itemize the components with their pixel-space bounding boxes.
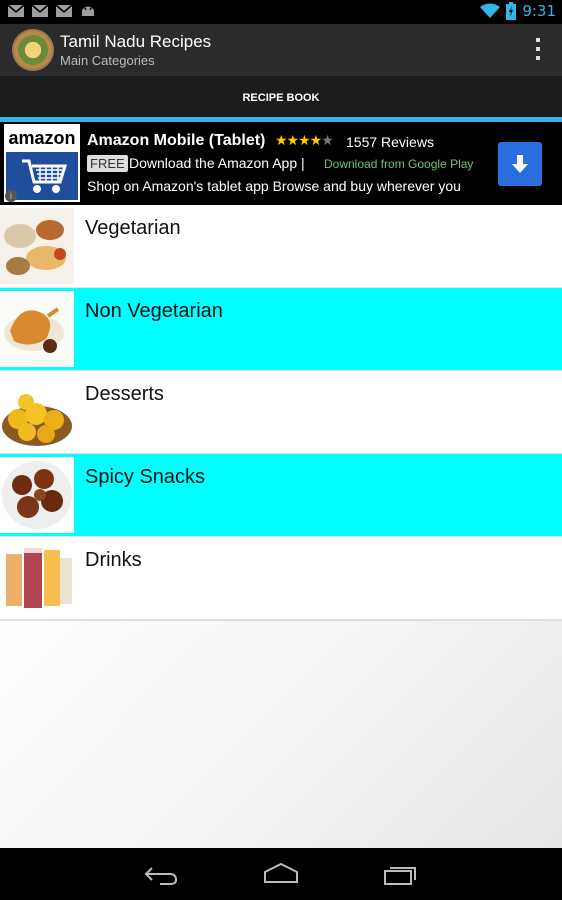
list-item-spicy-snacks[interactable]: Spicy Snacks [0, 454, 562, 537]
battery-icon [506, 2, 517, 20]
tab-bar: RECIPE BOOK [0, 76, 562, 122]
empty-area [0, 620, 562, 848]
ad-description: Download the Amazon App | [129, 155, 305, 171]
ad-title: Amazon Mobile (Tablet) [87, 132, 266, 149]
non-vegetarian-thumbnail-icon [0, 291, 74, 367]
category-label: Drinks [85, 549, 142, 571]
tab-recipe-book[interactable]: RECIPE BOOK [0, 92, 562, 104]
category-label: Spicy Snacks [85, 466, 206, 488]
status-bar: 9:31 [0, 0, 562, 24]
back-icon[interactable] [142, 862, 182, 886]
gmail-icon [56, 4, 72, 17]
drinks-thumbnail-icon [0, 540, 74, 616]
shopping-cart-icon [22, 159, 68, 193]
review-count: 1557 Reviews [346, 134, 434, 150]
rating-stars: ★★★★★ [275, 132, 334, 148]
clock: 9:31 [522, 2, 556, 20]
category-label: Desserts [85, 383, 164, 405]
android-icon [82, 6, 94, 16]
list-item-non-vegetarian[interactable]: Non Vegetarian [0, 288, 562, 371]
gmail-icon [8, 4, 24, 17]
vegetarian-thumbnail-icon [0, 208, 74, 284]
ad-banner[interactable]: amazon Amazon Mobile (Tablet) ★★★★★ 1557… [0, 122, 562, 205]
notification-icons [8, 4, 96, 18]
home-icon[interactable] [261, 862, 301, 886]
ad-info-icon[interactable]: i [5, 190, 17, 202]
ad-store-link[interactable]: Download from Google Play [324, 157, 473, 171]
app-subtitle: Main Categories [60, 53, 155, 68]
category-label: Vegetarian [85, 217, 181, 239]
action-bar: Tamil Nadu Recipes Main Categories [0, 24, 562, 76]
list-item-desserts[interactable]: Desserts [0, 371, 562, 454]
overflow-menu-icon[interactable] [534, 38, 542, 60]
app-title: Tamil Nadu Recipes [60, 32, 212, 51]
recent-apps-icon[interactable] [381, 862, 421, 886]
wifi-icon [480, 3, 501, 18]
ad-tagline: Shop on Amazon's tablet app Browse and b… [87, 178, 461, 194]
amazon-logo: amazon [4, 124, 80, 202]
desserts-thumbnail-icon [0, 374, 74, 450]
list-item-drinks[interactable]: Drinks [0, 537, 562, 620]
navigation-bar [0, 848, 562, 900]
free-badge: FREE [87, 155, 128, 172]
gmail-icon [32, 4, 48, 17]
download-icon[interactable] [498, 142, 542, 186]
app-icon[interactable] [12, 29, 54, 71]
list-item-vegetarian[interactable]: Vegetarian [0, 205, 562, 288]
category-label: Non Vegetarian [85, 300, 223, 322]
spicy-snacks-thumbnail-icon [0, 457, 74, 533]
category-list: Vegetarian Non Vegetarian Desserts Spicy… [0, 205, 562, 620]
